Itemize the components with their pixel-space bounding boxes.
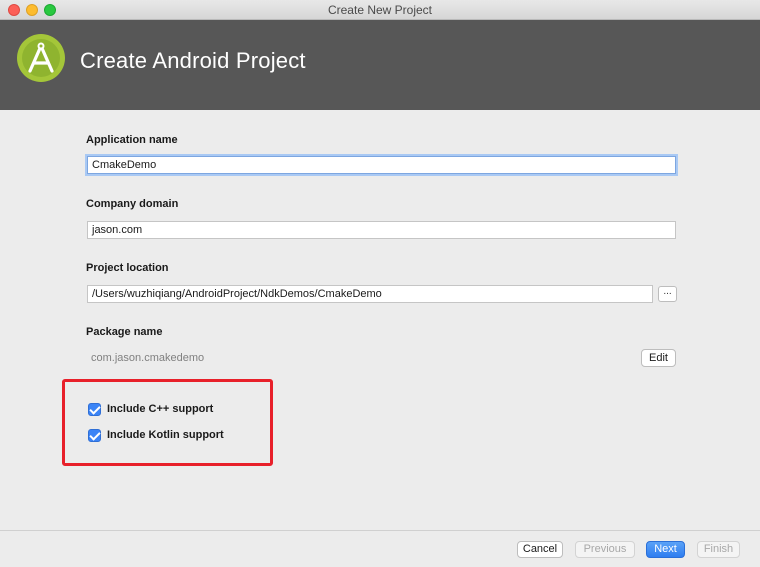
android-studio-logo-icon [17, 34, 65, 82]
previous-button[interactable]: Previous [575, 541, 635, 558]
include-kotlin-label[interactable]: Include Kotlin support [107, 429, 224, 441]
highlight-annotation [62, 379, 273, 466]
wizard-content: Application name CmakeDemo Company domai… [0, 110, 760, 530]
browse-location-button[interactable]: ... [658, 286, 677, 302]
package-name-value: com.jason.cmakedemo [91, 352, 205, 364]
application-name-label: Application name [86, 134, 178, 146]
include-kotlin-option[interactable]: Include Kotlin support [88, 427, 224, 443]
include-cpp-checkbox[interactable] [88, 402, 101, 416]
project-location-label: Project location [86, 262, 169, 274]
title-bar: Create New Project [0, 0, 760, 20]
project-location-input[interactable]: /Users/wuzhiqiang/AndroidProject/NdkDemo… [87, 285, 653, 303]
application-name-input[interactable]: CmakeDemo [87, 156, 676, 174]
cancel-button[interactable]: Cancel [517, 541, 563, 558]
include-kotlin-checkbox[interactable] [88, 428, 101, 442]
company-domain-label: Company domain [86, 198, 179, 210]
edit-package-button[interactable]: Edit [641, 349, 676, 367]
include-cpp-label[interactable]: Include C++ support [107, 403, 213, 415]
package-name-label: Package name [86, 326, 163, 338]
next-button[interactable]: Next [646, 541, 685, 558]
page-title: Create Android Project [80, 48, 306, 73]
window-title: Create New Project [327, 3, 433, 17]
wizard-footer: Cancel Previous Next Finish [0, 530, 760, 567]
finish-button[interactable]: Finish [697, 541, 740, 558]
company-domain-input[interactable]: jason.com [87, 221, 676, 239]
wizard-header: Create Android Project [0, 20, 760, 110]
include-cpp-option[interactable]: Include C++ support [88, 401, 213, 417]
